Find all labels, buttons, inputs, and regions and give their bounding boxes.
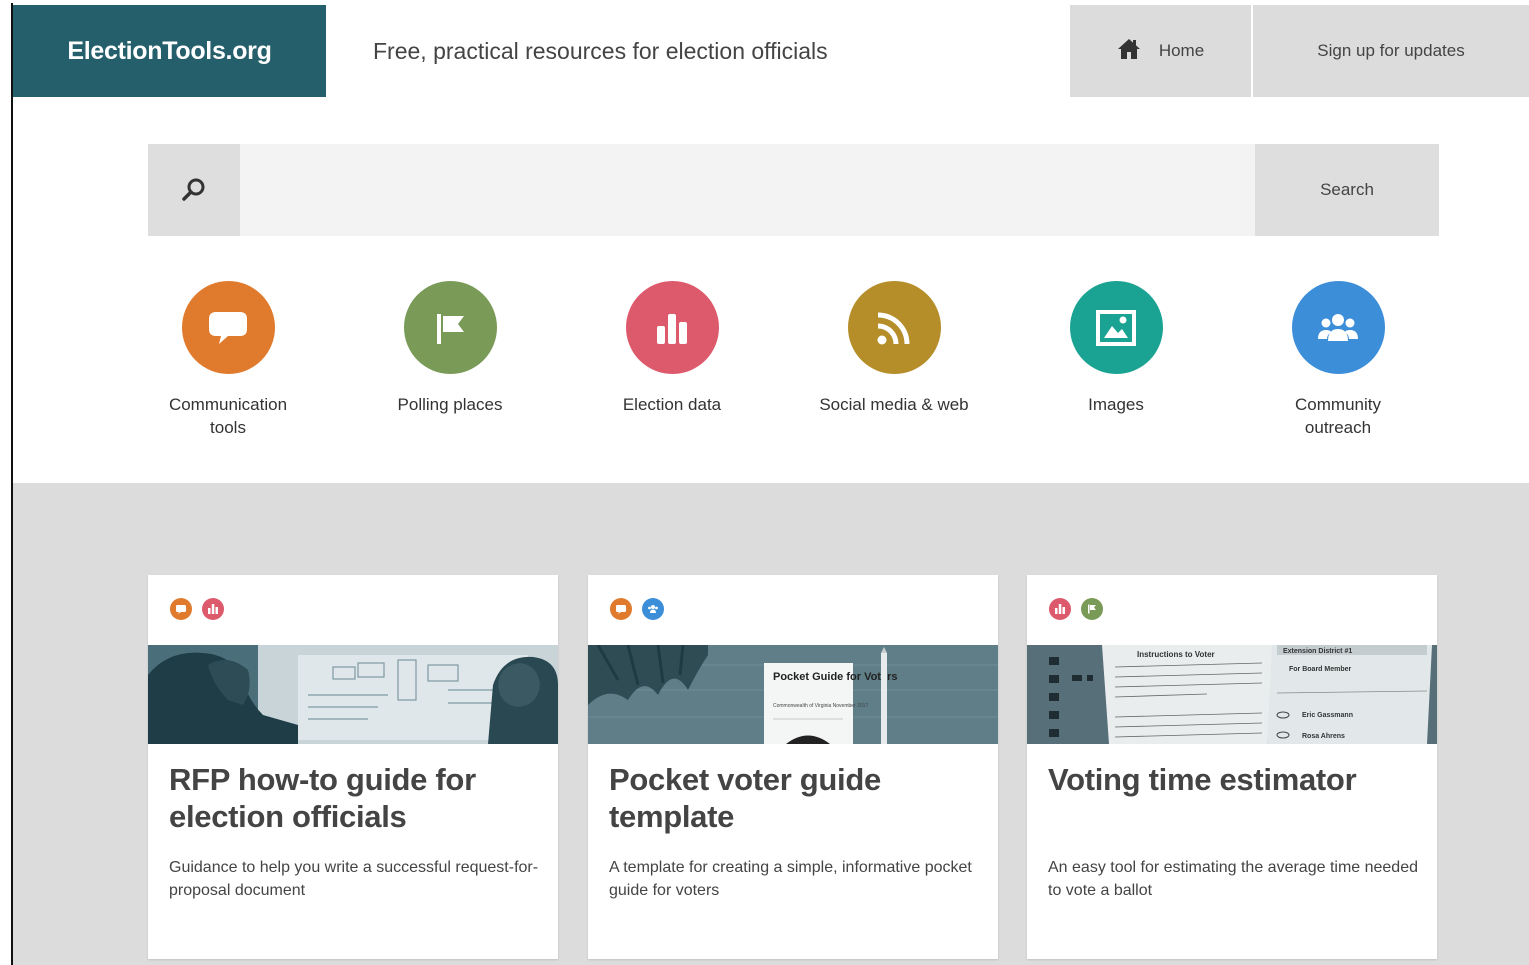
people-icon — [1291, 281, 1385, 374]
site-tagline: Free, practical resources for election o… — [326, 5, 1070, 97]
category-images[interactable]: Images — [1005, 281, 1227, 451]
ballot-image-instructions: Instructions to Voter — [1137, 650, 1215, 659]
category-communication-tools[interactable]: Communication tools — [117, 281, 339, 451]
card-description: A template for creating a simple, inform… — [609, 859, 972, 899]
category-label: Communication tools — [168, 395, 288, 437]
bar-chart-icon — [1049, 598, 1071, 620]
speech-bubble-icon — [610, 598, 632, 620]
category-label: Community outreach — [1295, 395, 1381, 437]
card-description: Guidance to help you write a successful … — [169, 859, 539, 899]
bar-chart-icon — [202, 598, 224, 620]
nav-home-link[interactable]: Home — [1070, 5, 1253, 97]
card-image-whiteboard — [148, 645, 558, 744]
flag-icon — [403, 281, 497, 374]
speech-bubble-icon — [181, 281, 275, 374]
ballot-image-name2: Rosa Ahrens — [1302, 733, 1345, 740]
nav-signup-link[interactable]: Sign up for updates — [1253, 5, 1529, 97]
category-election-data[interactable]: Election data — [561, 281, 783, 451]
category-community-outreach[interactable]: Community outreach — [1227, 281, 1449, 451]
card-image-pocket-guide: Pocket Guide for Voters Commonwealth of … — [588, 645, 998, 744]
image-icon — [1069, 281, 1163, 374]
card-tags — [610, 598, 664, 620]
resource-card-pocket-guide[interactable]: Pocket Guide for Voters Commonwealth of … — [588, 575, 998, 959]
ballot-image-name1: Eric Gassmann — [1302, 712, 1353, 719]
category-social-media-web[interactable]: Social media & web — [783, 281, 1005, 451]
speech-bubble-icon — [170, 598, 192, 620]
guide-image-subtitle: Commonwealth of Virginia November 2017 — [773, 703, 868, 709]
flag-icon — [1081, 598, 1103, 620]
resource-card-time-estimator[interactable]: Instructions to Voter Extension District… — [1027, 575, 1437, 959]
search-input[interactable] — [240, 144, 1255, 236]
category-label: Social media & web — [819, 395, 969, 414]
category-list: Communication tools Polling places Elect… — [117, 281, 1449, 451]
category-label: Polling places — [397, 395, 503, 414]
search-bar: Search — [148, 144, 1439, 236]
category-label: Election data — [622, 395, 722, 414]
bar-chart-icon — [625, 281, 719, 374]
category-polling-places[interactable]: Polling places — [339, 281, 561, 451]
people-icon — [642, 598, 664, 620]
search-button[interactable]: Search — [1255, 144, 1439, 236]
ballot-image-board: For Board Member — [1289, 666, 1352, 673]
nav-home-label: Home — [1158, 41, 1205, 60]
card-title: RFP how-to guide for election officials — [169, 762, 476, 834]
card-description: An easy tool for estimating the average … — [1048, 859, 1418, 899]
card-image-ballot: Instructions to Voter Extension District… — [1027, 645, 1437, 744]
card-tags — [170, 598, 224, 620]
card-title: Voting time estimator — [1048, 762, 1357, 797]
search-icon — [148, 144, 240, 236]
home-icon — [1117, 38, 1141, 65]
site-logo[interactable]: ElectionTools.org — [13, 5, 326, 97]
ballot-image-district: Extension District #1 — [1283, 648, 1352, 655]
card-tags — [1049, 598, 1103, 620]
category-label: Images — [1088, 395, 1144, 414]
guide-image-title: Pocket Guide for Voters — [773, 671, 898, 683]
site-header: ElectionTools.org Free, practical resour… — [13, 5, 1529, 97]
rss-icon — [847, 281, 941, 374]
resource-card-rfp-guide[interactable]: RFP how-to guide for election officials … — [148, 575, 558, 959]
card-title: Pocket voter guide template — [609, 762, 881, 834]
